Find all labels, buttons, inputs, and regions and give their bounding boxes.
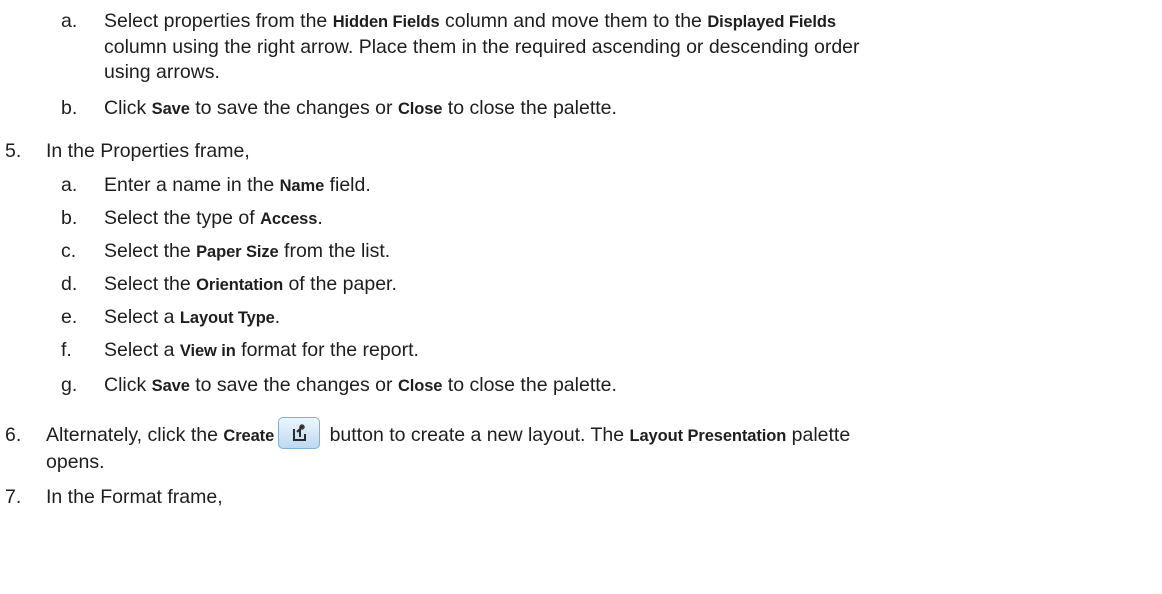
substep-text: Select a Layout Type. [104,306,281,328]
substep-marker: a. [61,10,78,32]
step-marker: 5. [5,140,22,162]
substep-marker: b. [61,97,78,119]
substep-marker: e. [61,306,78,328]
substep-text: Click Save to save the changes or Close … [104,97,617,119]
substep-text: Enter a name in the Name field. [104,174,371,196]
step-marker: 6. [5,424,22,446]
create-glyph-icon [293,423,307,441]
substep-marker: a. [61,174,78,196]
substep-text: Select the Paper Size from the list. [104,240,391,262]
step-text: In the Format frame, [46,486,223,508]
substep-text: Click Save to save the changes or Close … [104,374,617,396]
substep-marker: d. [61,273,78,295]
substep-marker: c. [61,240,77,262]
substep-marker: f. [61,339,72,361]
step-marker: 7. [5,486,22,508]
create-layout-icon [278,416,321,449]
substep-text-line: Select properties from the Hidden Fields… [104,10,836,32]
substep-text: Select the type of Access. [104,207,323,229]
step-text-line: opens. [46,451,105,473]
substep-text: Select the Orientation of the paper. [104,273,397,295]
substep-text-line: column using the right arrow. Place them… [104,36,860,58]
substep-marker: g. [61,374,78,396]
substep-marker: b. [61,207,78,229]
substep-text-line: using arrows. [104,61,220,83]
step-text: Alternately, click the Create button to … [46,416,850,449]
substep-text: Select a View in format for the report. [104,339,419,361]
step-text: In the Properties frame, [46,140,250,162]
